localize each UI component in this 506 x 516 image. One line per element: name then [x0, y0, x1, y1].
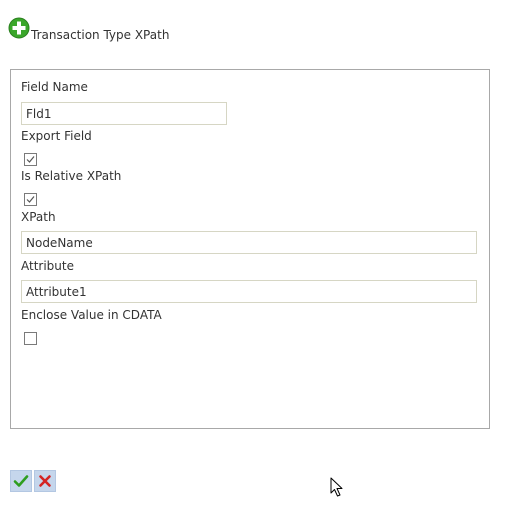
xpath-input[interactable] — [21, 231, 477, 254]
attribute-input[interactable] — [21, 280, 477, 303]
mouse-cursor-icon — [330, 477, 343, 497]
enclose-cdata-checkbox[interactable] — [24, 332, 37, 345]
export-field-checkbox[interactable] — [24, 153, 37, 166]
header: Transaction Type XPath — [8, 16, 170, 42]
enclose-cdata-label: Enclose Value in CDATA — [21, 308, 162, 322]
export-field-label: Export Field — [21, 129, 92, 143]
page-title: Transaction Type XPath — [31, 28, 170, 42]
is-relative-xpath-label: Is Relative XPath — [21, 169, 122, 183]
field-name-input[interactable] — [21, 102, 227, 125]
checkmark-icon — [26, 156, 35, 163]
add-circle-icon[interactable] — [8, 17, 30, 39]
save-button[interactable] — [10, 470, 32, 492]
checkmark-icon — [13, 475, 29, 487]
checkmark-icon — [26, 196, 35, 203]
field-name-label: Field Name — [21, 80, 88, 94]
form-panel: Field Name Export Field Is Relative XPat… — [10, 69, 490, 429]
is-relative-xpath-checkbox[interactable] — [24, 193, 37, 206]
xpath-label: XPath — [21, 210, 56, 224]
cancel-button[interactable] — [34, 470, 56, 492]
x-icon — [39, 475, 51, 487]
attribute-label: Attribute — [21, 259, 74, 273]
